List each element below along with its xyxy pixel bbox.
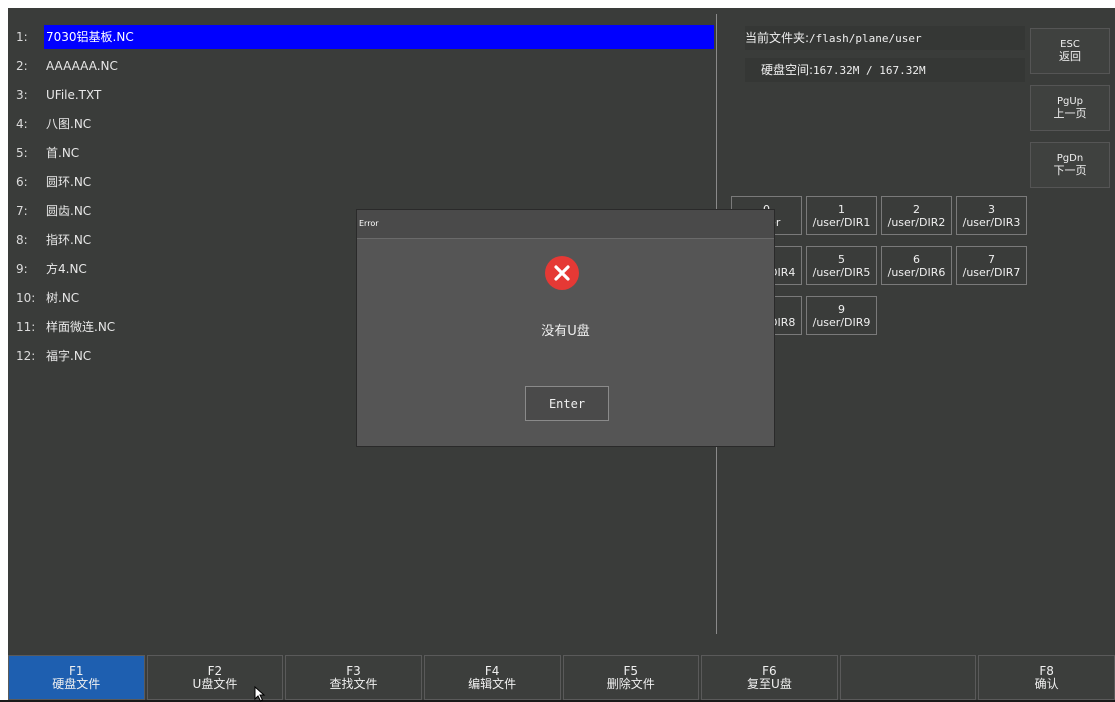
file-index: 8: xyxy=(16,232,28,247)
disk-space-label: 硬盘空间: xyxy=(761,63,814,77)
dir-path: /user/DIR1 xyxy=(812,215,871,229)
back-label: 返回 xyxy=(1059,50,1081,63)
f3-find-file-button[interactable]: F3 查找文件 xyxy=(285,655,422,700)
file-index: 1: xyxy=(16,29,28,44)
screen-border-left xyxy=(0,0,8,702)
fkey-label: 复至U盘 xyxy=(747,676,792,691)
fkey-code: F6 xyxy=(762,663,777,678)
f6-copy-to-usb-button[interactable]: F6 复至U盘 xyxy=(701,655,838,700)
dir-path: /user/DIR3 xyxy=(962,215,1021,229)
dir-path: /user/DIR5 xyxy=(812,265,871,279)
file-row[interactable]: 6: 圆环.NC xyxy=(14,167,714,196)
disk-space-value: 167.32M / 167.32M xyxy=(813,64,926,77)
file-row[interactable]: 1: 7030铝基板.NC xyxy=(14,22,714,51)
fkey-code: F5 xyxy=(623,663,639,678)
file-index: 3: xyxy=(16,87,28,102)
dir-button-2[interactable]: 2/user/DIR2 xyxy=(881,196,952,235)
file-index: 6: xyxy=(16,174,28,189)
file-index: 11: xyxy=(16,319,36,334)
file-index: 7: xyxy=(16,203,28,218)
file-row[interactable]: 3: UFile.TXT xyxy=(14,80,714,109)
current-folder-value: /flash/plane/user xyxy=(809,32,922,45)
file-name[interactable]: 7030铝基板.NC xyxy=(44,24,714,49)
f1-hard-disk-files-button[interactable]: F1 硬盘文件 xyxy=(8,655,145,700)
dir-number: 6 xyxy=(913,252,920,266)
dir-number: 7 xyxy=(988,252,995,266)
enter-button[interactable]: Enter xyxy=(525,386,609,421)
file-row[interactable]: 2: AAAAAA.NC xyxy=(14,51,714,80)
fkey-code: F4 xyxy=(484,663,500,678)
page-down-button[interactable]: PgDn 下一页 xyxy=(1030,142,1110,188)
file-row[interactable]: 5: 首.NC xyxy=(14,138,714,167)
dir-button-6[interactable]: 6/user/DIR6 xyxy=(881,246,952,285)
dir-number: 5 xyxy=(838,252,845,266)
file-index: 9: xyxy=(16,261,28,276)
function-key-bar: F1 硬盘文件 F2 U盘文件 F3 查找文件 F4 编辑文件 F5 删除文件 F6 复至U… xyxy=(8,655,1115,700)
file-index: 10: xyxy=(16,290,36,305)
dir-number: 2 xyxy=(913,202,920,216)
dir-number: 1 xyxy=(838,202,845,216)
page-up-label: 上一页 xyxy=(1053,107,1087,120)
mouse-cursor-icon xyxy=(254,686,266,702)
file-name[interactable]: UFile.TXT xyxy=(44,83,714,107)
dir-number: 3 xyxy=(988,202,995,216)
fkey-label: 确认 xyxy=(1034,676,1059,691)
dir-path: /user/DIR6 xyxy=(887,265,946,279)
dir-path: /user/DIR9 xyxy=(812,315,871,329)
file-name[interactable]: 首.NC xyxy=(44,141,714,165)
current-folder-display: 当前文件夹:/flash/plane/user xyxy=(745,26,1025,50)
file-index: 5: xyxy=(16,145,28,160)
fkey-label: 查找文件 xyxy=(329,676,378,691)
fkey-label: 编辑文件 xyxy=(468,676,517,691)
page-down-label: 下一页 xyxy=(1053,164,1087,177)
disk-space-display: 硬盘空间:167.32M / 167.32M xyxy=(745,58,1025,82)
dir-button-9[interactable]: 9/user/DIR9 xyxy=(806,296,877,335)
dir-button-5[interactable]: 5/user/DIR5 xyxy=(806,246,877,285)
dir-path: /user/DIR2 xyxy=(887,215,946,229)
error-x-icon xyxy=(545,256,579,290)
dir-button-1[interactable]: 1/user/DIR1 xyxy=(806,196,877,235)
dialog-title: Error xyxy=(357,210,774,239)
file-name[interactable]: 八图.NC xyxy=(44,112,714,136)
current-folder-label: 当前文件夹: xyxy=(745,31,810,45)
f8-confirm-button[interactable]: F8 确认 xyxy=(978,655,1115,700)
fkey-label: 硬盘文件 xyxy=(52,676,101,691)
dir-path: /user/DIR7 xyxy=(962,265,1021,279)
error-dialog: Error 没有U盘 Enter xyxy=(356,209,775,447)
esc-back-button[interactable]: ESC 返回 xyxy=(1030,28,1110,74)
f5-delete-file-button[interactable]: F5 删除文件 xyxy=(562,655,700,700)
fkey-code: F8 xyxy=(1039,663,1054,678)
screen-border-top xyxy=(0,0,1115,8)
dialog-message: 没有U盘 xyxy=(541,324,590,339)
f7-empty-button[interactable] xyxy=(839,655,977,700)
file-name[interactable]: AAAAAA.NC xyxy=(44,54,714,78)
fkey-label: 删除文件 xyxy=(606,676,655,691)
dir-button-3[interactable]: 3/user/DIR3 xyxy=(956,196,1027,235)
file-index: 4: xyxy=(16,116,28,131)
file-name[interactable]: 圆环.NC xyxy=(44,170,714,194)
fkey-code: F3 xyxy=(346,663,361,678)
file-row[interactable]: 4: 八图.NC xyxy=(14,109,714,138)
file-index: 12: xyxy=(16,348,36,363)
page-up-button[interactable]: PgUp 上一页 xyxy=(1030,85,1110,131)
dir-button-7[interactable]: 7/user/DIR7 xyxy=(956,246,1027,285)
dir-number: 9 xyxy=(838,302,845,316)
fkey-code: F1 xyxy=(69,663,84,678)
file-index: 2: xyxy=(16,58,28,73)
f4-edit-file-button[interactable]: F4 编辑文件 xyxy=(423,655,561,700)
fkey-code: F2 xyxy=(207,663,223,678)
